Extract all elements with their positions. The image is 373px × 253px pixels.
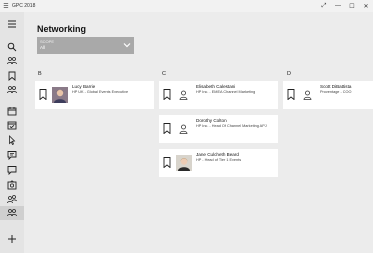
chevron-down-icon (123, 43, 131, 48)
nav-rail (0, 12, 24, 253)
avatar (52, 87, 68, 103)
person-title: HP UK - Global Events Executive (72, 90, 129, 94)
bookmark-icon[interactable] (163, 157, 171, 168)
nav-add[interactable] (0, 232, 24, 246)
nav-my-agenda[interactable] (0, 118, 24, 132)
dropdown-value: All (40, 45, 46, 50)
gallery-icon (7, 180, 17, 190)
network-people-icon (7, 195, 17, 204)
group-letter: B (38, 71, 42, 77)
nav-map[interactable] (0, 133, 24, 147)
window-controls: ⤢ — ☐ ✕ (317, 0, 373, 12)
close-icon[interactable]: ✕ (359, 0, 373, 12)
calendar-icon (7, 107, 17, 116)
nav-networking[interactable] (0, 206, 24, 220)
dropdown-label: SCOPE (40, 39, 55, 44)
nav-feedback[interactable] (0, 163, 24, 177)
person-title: HP Inc. - Head Of Channel Marketing APJ (196, 124, 267, 128)
pointer-icon (9, 135, 16, 145)
bookmark-icon[interactable] (39, 89, 47, 100)
person-name: Dorothy Colton (196, 118, 227, 123)
nav-bookmarks[interactable] (0, 69, 24, 83)
nav-gallery[interactable] (0, 178, 24, 192)
scope-dropdown[interactable]: SCOPE All (37, 37, 134, 54)
nav-attendees[interactable] (0, 54, 24, 68)
person-card[interactable]: Dorothy Colton HP Inc. - Head Of Channel… (159, 115, 278, 143)
person-icon (179, 124, 188, 134)
expand-icon[interactable]: ⤢ (317, 0, 331, 12)
person-card[interactable]: Elisabeth Calestani HP Inc. - EMEA Chann… (159, 81, 278, 109)
nav-contacts[interactable] (0, 192, 24, 206)
calendar-check-icon (7, 121, 17, 130)
hamburger-icon[interactable]: ☰ (0, 3, 12, 10)
group-letter: C (162, 71, 166, 77)
person-title: HP Inc. - EMEA Channel Marketing (196, 90, 256, 94)
person-name: Jane Culcheth Beard (196, 152, 239, 157)
person-title: HP - Head of Tier 1 Events (196, 158, 242, 162)
person-name: Scott DiBattista (320, 84, 352, 89)
networking-icon (7, 209, 17, 217)
search-icon (7, 42, 17, 52)
avatar (176, 155, 192, 171)
person-icon (303, 90, 312, 100)
window-title: GPC 2018 (12, 3, 36, 9)
bookmark-icon (8, 71, 16, 81)
feedback-icon (7, 166, 17, 175)
group-letter: D (287, 71, 291, 77)
person-name: Lucy Barrie (72, 84, 96, 89)
person-card[interactable]: Lucy Barrie HP UK - Global Events Execut… (35, 81, 154, 109)
title-bar: ☰ GPC 2018 ⤢ — ☐ ✕ (0, 0, 373, 12)
nav-menu[interactable] (0, 17, 24, 31)
person-card[interactable]: Jane Culcheth Beard HP - Head of Tier 1 … (159, 149, 278, 177)
add-icon (8, 235, 16, 243)
menu-icon (8, 20, 16, 28)
page-title: Networking (37, 24, 87, 34)
nav-agenda[interactable] (0, 104, 24, 118)
bookmark-icon[interactable] (163, 123, 171, 134)
people-group-icon (7, 86, 17, 94)
person-title: Proventage - COO (320, 90, 352, 94)
maximize-icon[interactable]: ☐ (345, 0, 359, 12)
minimize-icon[interactable]: — (331, 0, 345, 12)
person-name: Elisabeth Calestani (196, 84, 236, 89)
person-card[interactable]: Scott DiBattista Proventage - COO (283, 81, 373, 109)
nav-messages[interactable] (0, 148, 24, 162)
person-icon (179, 90, 188, 100)
bookmark-icon[interactable] (163, 89, 171, 100)
nav-speakers[interactable] (0, 83, 24, 97)
chat-icon (7, 151, 17, 160)
bookmark-icon[interactable] (287, 89, 295, 100)
people-group-icon (7, 57, 17, 65)
nav-search[interactable] (0, 40, 24, 54)
